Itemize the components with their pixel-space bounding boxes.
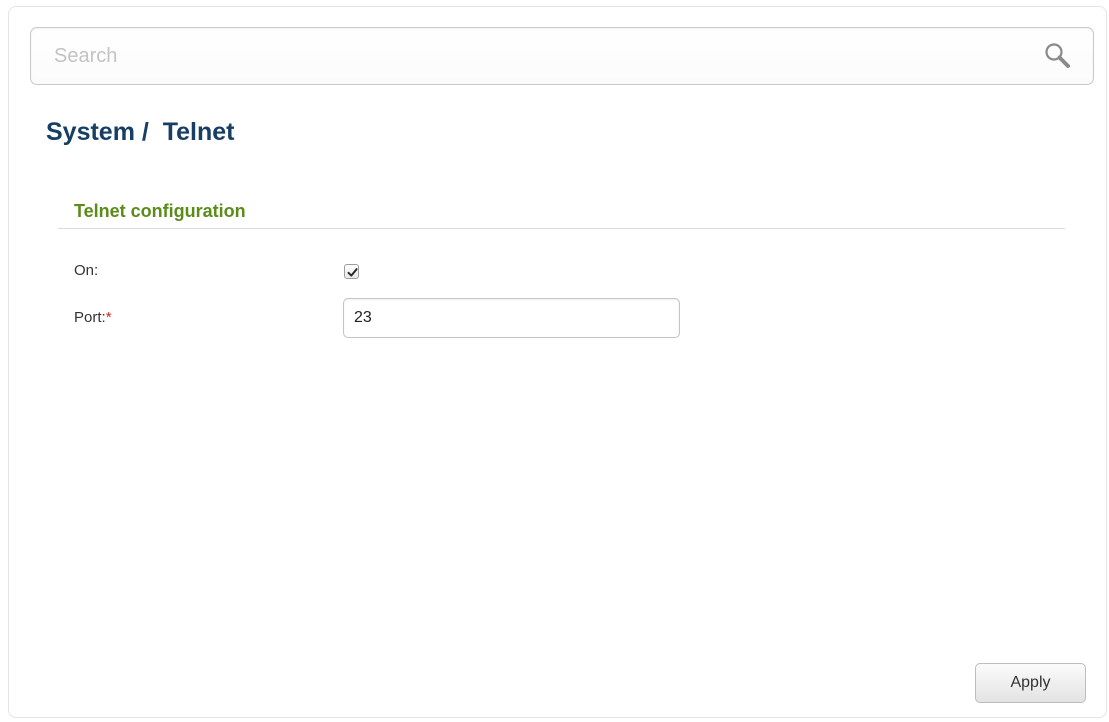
section-title: Telnet configuration bbox=[74, 201, 246, 221]
checkmark-icon bbox=[347, 268, 358, 277]
port-label-text: Port: bbox=[74, 309, 106, 326]
search-icon[interactable] bbox=[1043, 41, 1073, 71]
apply-button[interactable]: Apply bbox=[975, 663, 1086, 703]
port-label: Port:* bbox=[74, 309, 112, 326]
content-panel bbox=[8, 6, 1107, 718]
port-input[interactable] bbox=[343, 298, 680, 338]
breadcrumb: System / Telnet bbox=[46, 118, 235, 146]
required-marker: * bbox=[105, 309, 112, 326]
on-checkbox[interactable] bbox=[344, 264, 359, 279]
on-label: On: bbox=[74, 262, 99, 279]
search-input[interactable] bbox=[32, 29, 1032, 83]
section-divider bbox=[58, 228, 1065, 229]
search-bar bbox=[30, 27, 1094, 85]
